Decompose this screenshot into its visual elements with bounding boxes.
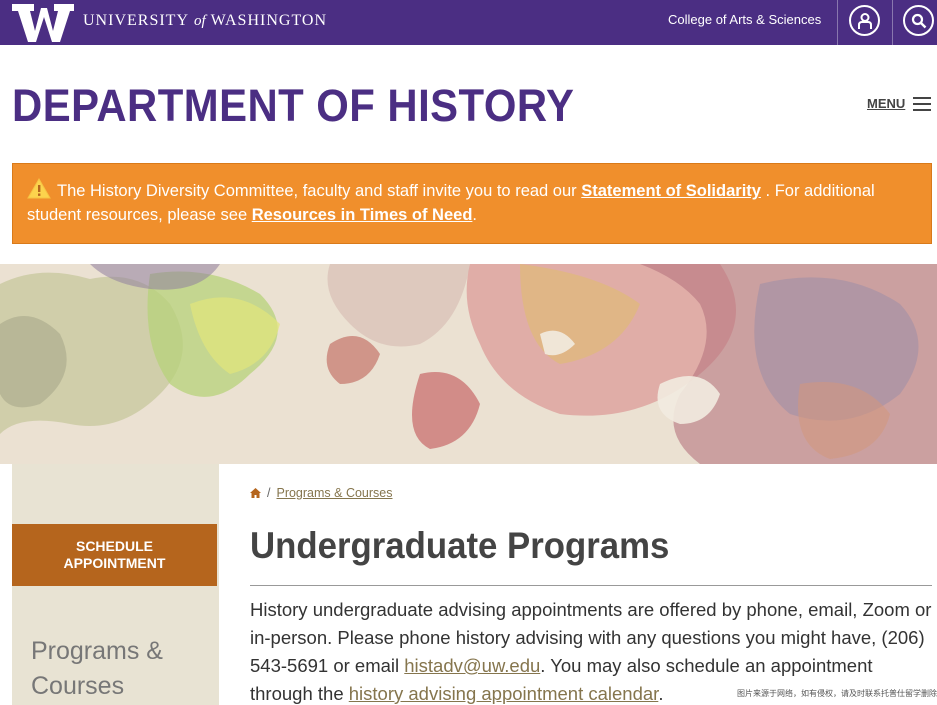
schedule-label-line2: APPOINTMENT <box>63 555 166 571</box>
paragraph-text: . <box>658 683 664 704</box>
sidebar-heading-line2: Courses <box>31 672 125 700</box>
schedule-label-line1: SCHEDULE <box>75 538 153 554</box>
sidebar: SCHEDULE APPOINTMENT Programs & Courses <box>12 464 219 705</box>
advising-calendar-link[interactable]: history advising appointment calendar <box>349 683 659 704</box>
alert-text: The History Diversity Committee, faculty… <box>57 182 582 200</box>
wordmark-of: of <box>194 13 206 29</box>
topbar-divider <box>892 0 893 45</box>
menu-toggle-button[interactable]: MENU <box>867 96 932 111</box>
hero-map-banner <box>0 264 937 464</box>
college-of-arts-sciences-link[interactable]: College of Arts & Sciences <box>668 12 821 27</box>
department-title[interactable]: DEPARTMENT OF HISTORY <box>12 80 574 132</box>
wordmark-washington: WASHINGTON <box>210 12 328 29</box>
top-navigation-bar: UNIVERSITY of WASHINGTON College of Arts &… <box>0 0 937 45</box>
resources-in-times-of-need-link[interactable]: Resources in Times of Need <box>252 206 473 224</box>
uw-wordmark[interactable]: UNIVERSITY of WASHINGTON <box>83 12 327 30</box>
sidebar-section-heading[interactable]: Programs & Courses <box>31 634 163 704</box>
schedule-appointment-button[interactable]: SCHEDULE APPOINTMENT <box>12 524 217 586</box>
hamburger-icon <box>913 96 932 111</box>
watercolor-map-image <box>0 264 937 464</box>
wordmark-university: UNIVERSITY <box>83 12 189 29</box>
menu-label: MENU <box>867 96 906 111</box>
statement-of-solidarity-link[interactable]: Statement of Solidarity <box>581 182 761 200</box>
warning-icon <box>27 178 51 199</box>
image-watermark: 图片来源于网络，如有侵权，请及时联系托普仕留学删除 <box>737 689 937 698</box>
uw-w-logo[interactable] <box>12 3 74 43</box>
search-button[interactable] <box>903 5 934 36</box>
alert-text: . <box>472 206 477 224</box>
breadcrumb-programs-courses-link[interactable]: Programs & Courses <box>276 486 392 500</box>
topbar-divider <box>837 0 838 45</box>
diversity-alert-banner: The History Diversity Committee, faculty… <box>12 163 932 244</box>
account-button[interactable] <box>849 5 880 36</box>
breadcrumb-separator: / <box>267 486 271 500</box>
email-link[interactable]: histadv@uw.edu <box>404 655 540 676</box>
breadcrumb: / Programs & Courses <box>250 486 393 500</box>
sidebar-heading-line1: Programs & <box>31 637 163 665</box>
user-icon <box>857 12 872 29</box>
search-icon <box>911 13 926 28</box>
title-divider <box>250 585 932 586</box>
page-title: Undergraduate Programs <box>250 525 670 566</box>
home-icon[interactable] <box>250 488 261 498</box>
